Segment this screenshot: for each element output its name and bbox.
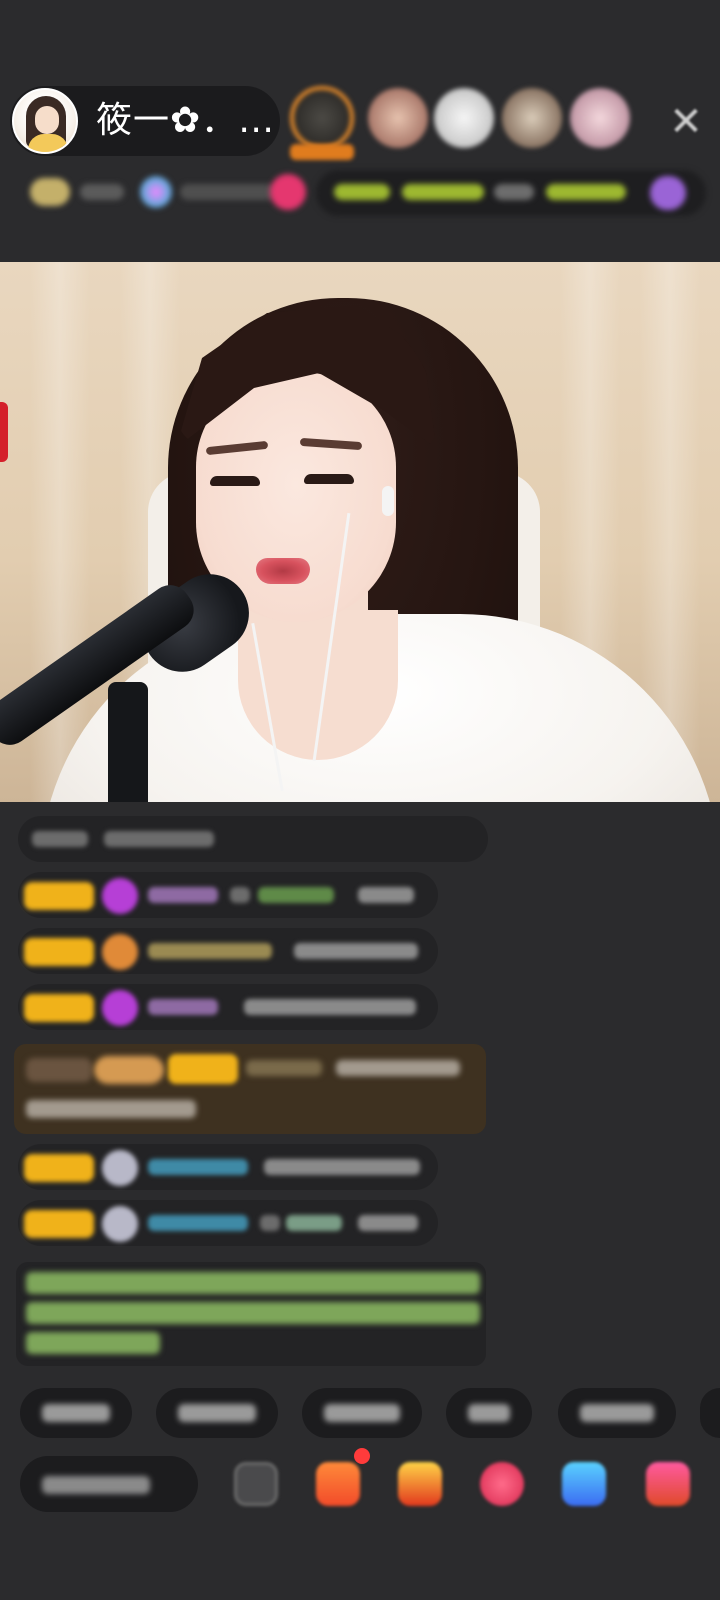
gift-box-icon[interactable] — [316, 1462, 360, 1506]
chat-text — [230, 887, 250, 903]
system-notice — [16, 1262, 486, 1366]
user-avatar — [102, 1150, 138, 1186]
username — [246, 1060, 322, 1076]
live-room-screen: 筱一✿．… ✕ — [0, 0, 720, 1600]
treasure-icon[interactable] — [398, 1462, 442, 1506]
notification-dot — [354, 1448, 370, 1464]
host-avatar[interactable] — [12, 88, 78, 154]
top-viewer-avatar[interactable] — [290, 86, 354, 150]
quick-reply-chip[interactable] — [558, 1388, 676, 1438]
fan-club-icon — [102, 878, 138, 914]
live-video-frame[interactable] — [0, 262, 720, 802]
chat-text — [26, 1100, 196, 1118]
popularity-icon[interactable] — [140, 176, 172, 208]
chat-message[interactable] — [18, 928, 438, 974]
chat-text — [32, 831, 88, 847]
fan-badge-icon[interactable] — [650, 176, 686, 210]
chat-text — [264, 1159, 420, 1175]
quick-reply-chip[interactable] — [446, 1388, 532, 1438]
top-viewer-rank-badge — [290, 144, 354, 160]
system-notice-text — [26, 1302, 480, 1324]
quick-reply-chip[interactable] — [20, 1388, 132, 1438]
rank-chip-text — [80, 184, 124, 200]
viewer-avatar[interactable] — [368, 88, 428, 148]
chat-input-placeholder — [42, 1476, 150, 1494]
quick-reply-chip[interactable] — [700, 1388, 720, 1438]
quick-reply-chip[interactable] — [302, 1388, 422, 1438]
viewer-avatar[interactable] — [502, 88, 562, 148]
chat-message[interactable] — [18, 1144, 438, 1190]
user-level-badge — [24, 938, 94, 966]
user-level-badge — [24, 1154, 94, 1182]
system-notice-text — [26, 1332, 160, 1354]
close-icon[interactable]: ✕ — [666, 102, 706, 142]
popularity-text — [180, 184, 276, 200]
background-decoration — [0, 402, 8, 462]
chat-text — [294, 943, 418, 959]
chip-label — [324, 1404, 400, 1422]
username — [148, 887, 218, 903]
chat-text — [358, 1215, 418, 1231]
host-info-pill[interactable]: 筱一✿．… — [10, 86, 280, 156]
chat-message[interactable] — [18, 816, 488, 862]
mentioned-username — [258, 887, 334, 903]
chip-label — [42, 1404, 110, 1422]
game-icon[interactable] — [562, 1462, 606, 1506]
chat-text — [336, 1060, 460, 1076]
gift-icon[interactable] — [646, 1462, 690, 1506]
chat-message[interactable] — [18, 872, 438, 918]
avatar-face — [35, 106, 59, 134]
chat-text — [358, 887, 414, 903]
user-level-badge — [24, 882, 94, 910]
chat-text — [260, 1215, 280, 1231]
streamer-eye — [304, 474, 354, 484]
fan-club-icon — [102, 990, 138, 1026]
fan-club-icon — [102, 934, 138, 970]
user-level-badge — [24, 1210, 94, 1238]
chip-label — [178, 1404, 256, 1422]
microphone-stand — [108, 682, 148, 802]
fan-club-icon[interactable] — [480, 1462, 524, 1506]
tag-text — [334, 184, 390, 200]
heart-badge[interactable] — [270, 174, 306, 210]
chat-input[interactable] — [20, 1456, 198, 1512]
streamer-lips — [256, 558, 310, 584]
username — [148, 999, 218, 1015]
noble-badge — [94, 1056, 164, 1084]
chip-label — [468, 1404, 510, 1422]
tag-text — [546, 184, 626, 200]
emoji-icon[interactable] — [234, 1462, 278, 1506]
user-avatar — [102, 1206, 138, 1242]
username — [148, 1159, 248, 1175]
chip-label — [580, 1404, 654, 1422]
viewer-avatar[interactable] — [434, 88, 494, 148]
chat-message-highlighted[interactable] — [14, 1044, 486, 1134]
viewer-avatar[interactable] — [570, 88, 630, 148]
username — [148, 943, 272, 959]
host-name[interactable]: 筱一✿．… — [96, 100, 275, 142]
chat-text — [104, 831, 214, 847]
user-badge — [26, 1058, 92, 1082]
chat-message[interactable] — [18, 984, 438, 1030]
avatar-body — [28, 134, 68, 152]
tag-text — [494, 184, 534, 200]
user-level-badge — [24, 994, 94, 1022]
rank-chip[interactable] — [30, 178, 70, 206]
mentioned-username — [286, 1215, 342, 1231]
chat-message[interactable] — [18, 1200, 438, 1246]
quick-reply-chip[interactable] — [156, 1388, 278, 1438]
streamer-eye — [210, 476, 260, 486]
user-level-badge — [168, 1054, 238, 1084]
chat-text — [244, 999, 416, 1015]
system-notice-text — [26, 1272, 480, 1294]
room-info-strip — [16, 168, 706, 220]
earphone-bud — [382, 486, 394, 516]
tag-text — [402, 184, 484, 200]
username — [148, 1215, 248, 1231]
